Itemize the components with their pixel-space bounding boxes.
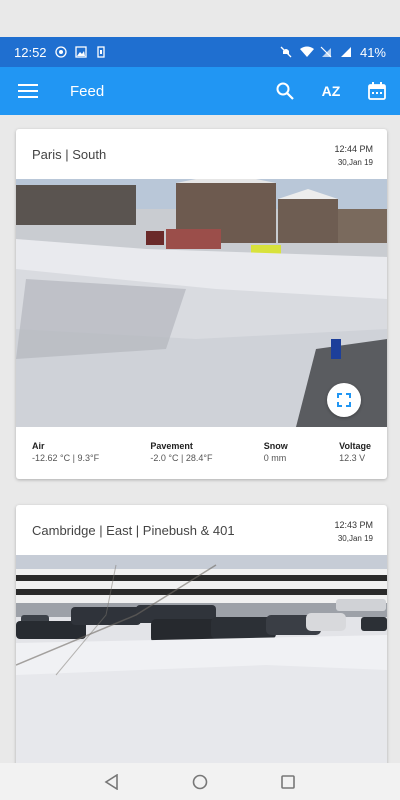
capture-date: 30,Jan 19 — [337, 158, 373, 167]
capture-date: 30,Jan 19 — [337, 534, 373, 543]
home-icon — [192, 774, 208, 789]
feed-list[interactable]: Paris | South 12:44 PM 30,Jan 19 Air -12… — [0, 115, 400, 763]
camera-card[interactable]: Paris | South 12:44 PM 30,Jan 19 Air -12… — [16, 129, 387, 479]
voltage-label: Voltage — [339, 441, 371, 451]
calendar-icon — [368, 82, 386, 100]
battery-level: 41% — [359, 44, 386, 60]
image-notification-icon — [74, 46, 87, 58]
mute-icon — [280, 46, 292, 58]
status-time: 12:52 — [14, 44, 47, 60]
voltage-stat: Voltage 12.3 V — [339, 441, 371, 463]
data-icon — [320, 46, 332, 58]
air-stat: Air -12.62 °C | 9.3°F — [32, 441, 99, 463]
camera-card[interactable]: Cambridge | East | Pinebush & 401 12:43 … — [16, 505, 387, 763]
signal-icon — [340, 46, 352, 58]
sensor-stats: Air -12.62 °C | 9.3°F Pavement -2.0 °C |… — [16, 427, 387, 479]
fullscreen-icon — [337, 393, 351, 407]
voltage-value: 12.3 V — [339, 453, 366, 463]
pavement-stat: Pavement -2.0 °C | 28.4°F — [150, 441, 212, 463]
recents-button[interactable] — [279, 773, 297, 791]
home-button[interactable] — [191, 773, 209, 791]
sort-az-button[interactable]: AZ — [308, 67, 354, 115]
back-icon — [104, 773, 118, 790]
app-bar: Feed AZ — [0, 67, 400, 115]
camera-location: Paris | South — [32, 147, 107, 162]
page-title: Feed — [70, 82, 105, 100]
wifi-icon — [299, 46, 314, 58]
sim-notification-icon — [95, 46, 107, 58]
capture-time-value: 12:44 PM — [334, 144, 373, 154]
back-button[interactable] — [103, 773, 121, 791]
pavement-value: -2.0 °C | 28.4°F — [150, 453, 213, 463]
capture-time: 12:43 PM 30,Jan 19 — [334, 519, 373, 545]
camera-image[interactable] — [16, 555, 387, 763]
search-button[interactable] — [262, 67, 308, 115]
recents-icon — [281, 774, 295, 789]
card-header: Paris | South 12:44 PM 30,Jan 19 — [16, 129, 387, 179]
snow-stat: Snow 0 mm — [264, 441, 288, 463]
snow-label: Snow — [263, 441, 288, 451]
snow-value: 0 mm — [263, 453, 287, 463]
menu-icon — [18, 84, 38, 98]
search-icon — [276, 82, 294, 100]
pavement-label: Pavement — [150, 441, 193, 451]
capture-time-value: 12:43 PM — [334, 520, 373, 530]
calendar-button[interactable] — [354, 67, 400, 115]
camera-image[interactable] — [16, 179, 387, 427]
air-value: -12.62 °C | 9.3°F — [32, 453, 100, 463]
sort-az-icon: AZ — [321, 83, 341, 99]
capture-time: 12:44 PM 30,Jan 19 — [334, 143, 373, 169]
air-label: Air — [32, 441, 45, 451]
menu-button[interactable] — [0, 67, 56, 115]
whatsapp-icon — [54, 46, 67, 58]
camera-location: Cambridge | East | Pinebush & 401 — [32, 523, 235, 538]
status-bar: 12:52 41% — [0, 37, 400, 67]
card-header: Cambridge | East | Pinebush & 401 12:43 … — [16, 505, 387, 555]
fullscreen-button[interactable] — [327, 383, 361, 417]
navigation-bar — [0, 763, 400, 800]
